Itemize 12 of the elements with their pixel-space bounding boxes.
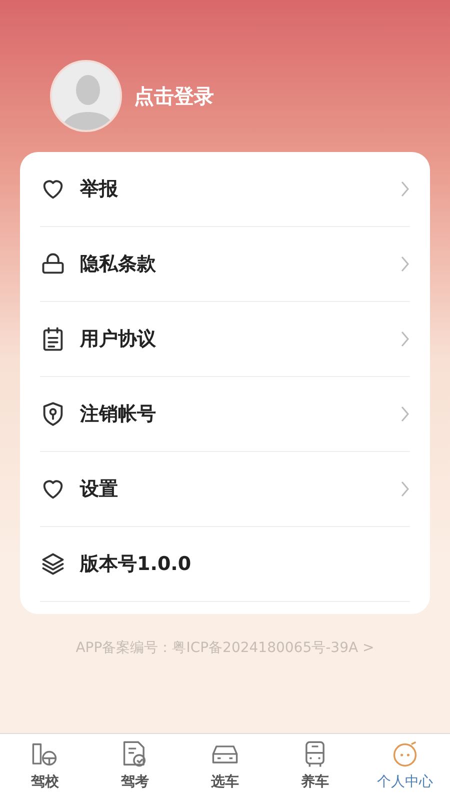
nav-tab[interactable]: 养车 (270, 734, 360, 800)
menu-item[interactable]: 注销帐号 (40, 377, 410, 452)
nav-tab[interactable]: 驾考 (90, 734, 180, 800)
menu-item[interactable]: 隐私条款 (40, 227, 410, 302)
menu-item[interactable]: 用户协议 (40, 302, 410, 377)
menu-item[interactable]: 设置 (40, 452, 410, 527)
menu-item[interactable]: 举报 (40, 152, 410, 227)
menu-item[interactable]: 版本号1.0.0 (40, 527, 410, 602)
layers-icon (40, 551, 66, 577)
nav-tab[interactable]: 个人中心 (360, 734, 450, 800)
nav-tab[interactable]: 驾校 (0, 734, 90, 800)
nav-tab[interactable]: 选车 (180, 734, 270, 800)
